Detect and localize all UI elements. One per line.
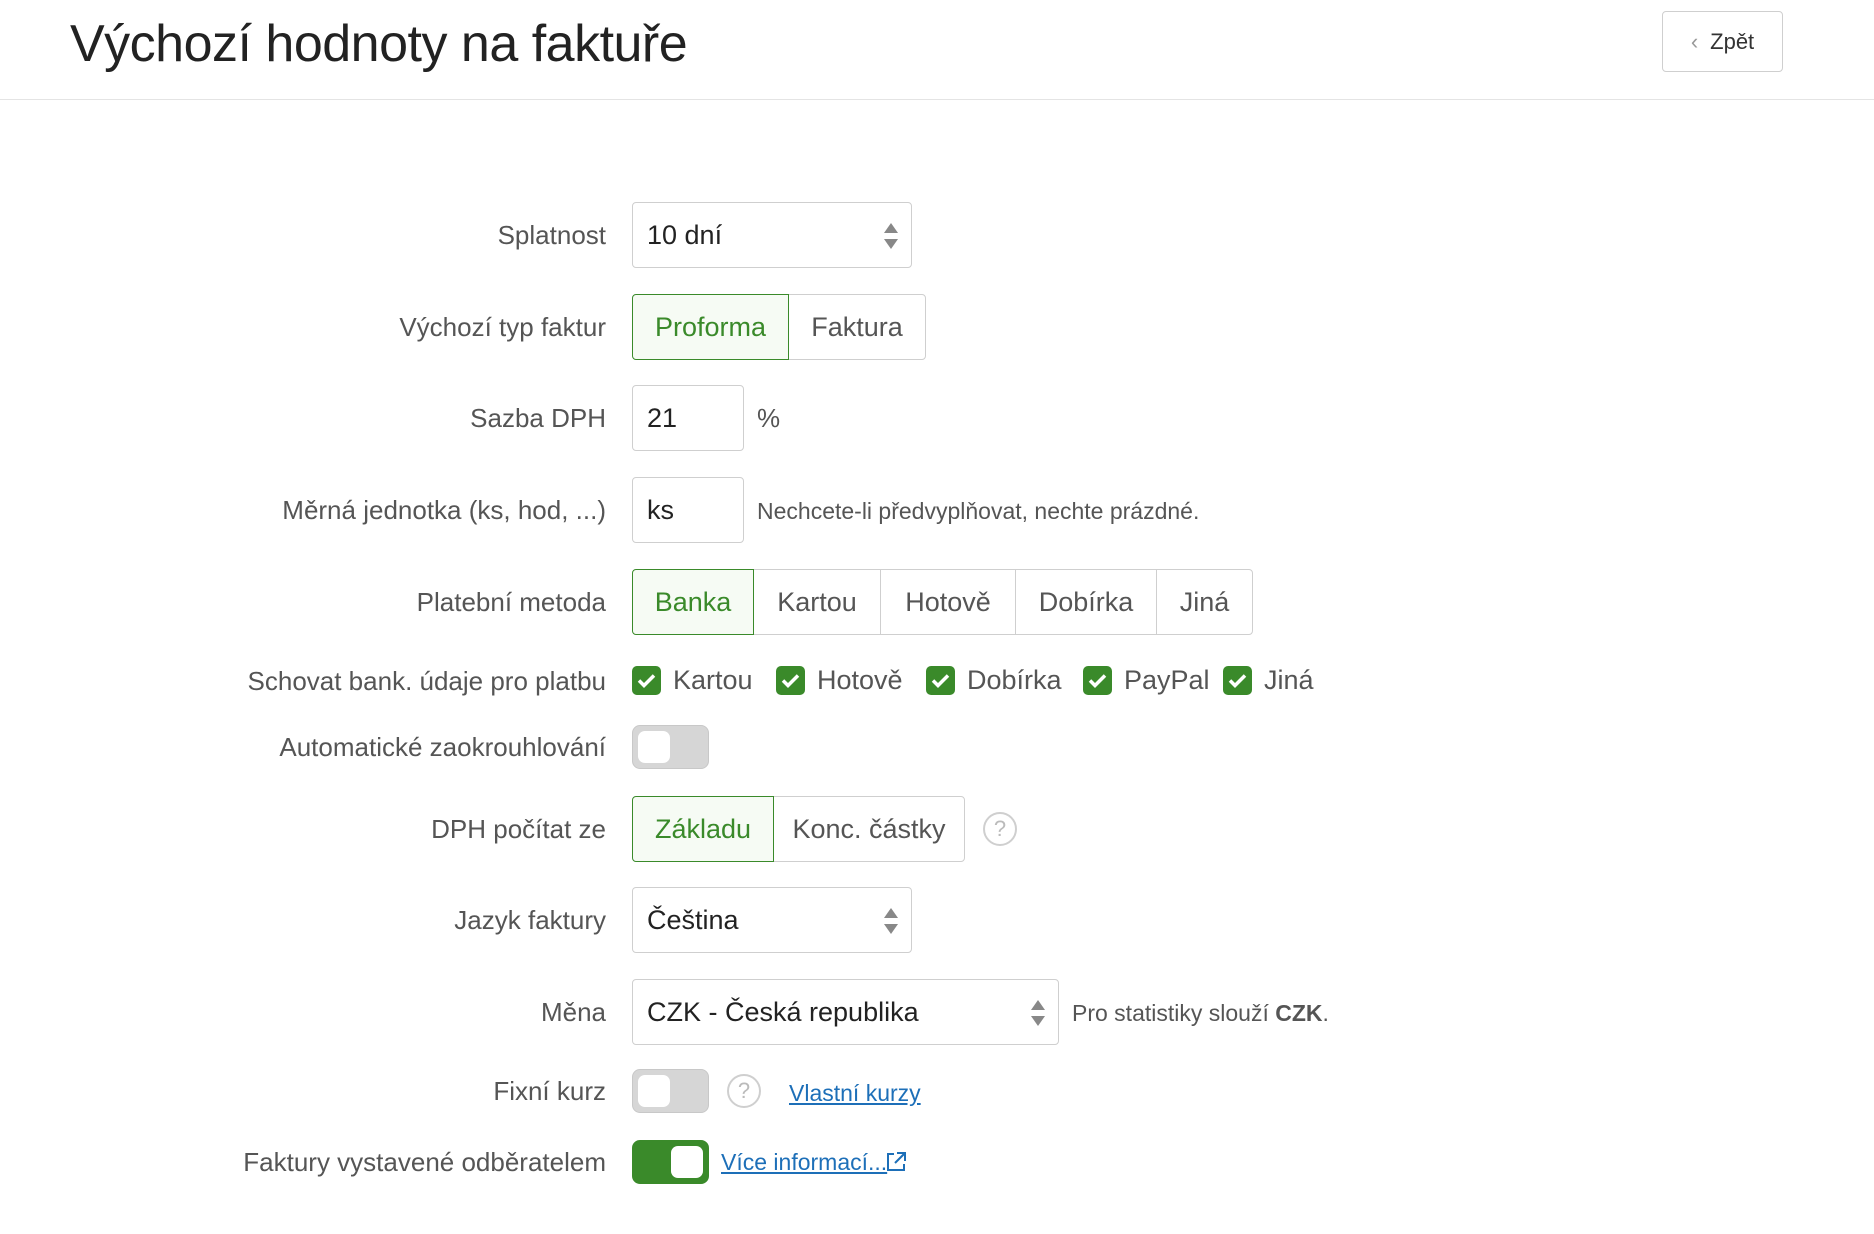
- vat-from-label: DPH počítat ze: [431, 814, 606, 844]
- vat-rate-input[interactable]: 21: [632, 385, 744, 451]
- checkbox-checked-icon: [776, 666, 805, 695]
- back-button[interactable]: ‹ Zpět: [1662, 11, 1783, 72]
- self-billing-toggle[interactable]: [632, 1140, 709, 1184]
- currency-hint-bold: CZK: [1275, 1000, 1323, 1026]
- more-info-link[interactable]: Více informací...: [721, 1149, 887, 1176]
- toggle-knob: [671, 1146, 703, 1178]
- select-arrows-icon: [1031, 1000, 1045, 1026]
- auto-rounding-label: Automatické zaokrouhlování: [279, 732, 606, 762]
- row-hide-bank: Schovat bank. údaje pro platbu Kartou Ho…: [0, 663, 1874, 703]
- hide-bank-checkbox-label: Jiná: [1264, 665, 1314, 695]
- external-link-icon[interactable]: [884, 1150, 908, 1174]
- currency-hint-suffix: .: [1322, 1000, 1329, 1026]
- due-select[interactable]: 10 dní: [632, 202, 912, 268]
- payment-method-option-kartou[interactable]: Kartou: [753, 569, 881, 635]
- hide-bank-checkbox-label: Kartou: [673, 665, 753, 695]
- row-vat-rate: Sazba DPH 21 %: [0, 385, 1874, 451]
- hide-bank-checkbox-label: PayPal: [1124, 665, 1210, 695]
- row-currency: Měna CZK - Česká republika Pro statistik…: [0, 979, 1874, 1045]
- chevron-left-icon: ‹: [1690, 28, 1699, 54]
- unit-input[interactable]: ks: [632, 477, 744, 543]
- row-auto-rounding: Automatické zaokrouhlování: [0, 725, 1874, 769]
- vat-from-option-konc-castky[interactable]: Konc. částky: [773, 796, 965, 862]
- fixed-rate-toggle[interactable]: [632, 1069, 709, 1113]
- checkbox-checked-icon: [926, 666, 955, 695]
- invoice-type-option-faktura[interactable]: Faktura: [788, 294, 926, 360]
- auto-rounding-toggle[interactable]: [632, 725, 709, 769]
- row-invoice-type: Výchozí typ faktur Proforma Faktura: [0, 294, 1874, 360]
- help-circle-icon[interactable]: ?: [983, 812, 1017, 846]
- currency-select[interactable]: CZK - Česká republika: [632, 979, 1059, 1045]
- select-arrows-icon: [884, 908, 898, 934]
- hide-bank-checkbox-hotove[interactable]: Hotově: [776, 665, 903, 696]
- due-label: Splatnost: [497, 220, 606, 250]
- payment-method-option-banka[interactable]: Banka: [632, 569, 754, 635]
- row-vat-from: DPH počítat ze Základu Konc. částky ?: [0, 796, 1874, 862]
- hide-bank-checkbox-jina[interactable]: Jiná: [1223, 665, 1314, 696]
- invoice-type-label: Výchozí typ faktur: [399, 312, 606, 342]
- row-unit: Měrná jednotka (ks, hod, ...) ks Nechcet…: [0, 477, 1874, 543]
- help-circle-icon[interactable]: ?: [727, 1074, 761, 1108]
- hide-bank-checkbox-dobirka[interactable]: Dobírka: [926, 665, 1062, 696]
- vat-rate-unit: %: [757, 403, 781, 433]
- page-header: Výchozí hodnoty na faktuře ‹ Zpět: [0, 0, 1874, 100]
- toggle-knob: [638, 731, 670, 763]
- language-value: Čeština: [647, 904, 739, 935]
- language-label: Jazyk faktury: [454, 905, 606, 935]
- fixed-rate-label: Fixní kurz: [493, 1076, 606, 1106]
- back-button-label: Zpět: [1710, 28, 1755, 54]
- hide-bank-checkbox-paypal[interactable]: PayPal: [1083, 665, 1210, 696]
- currency-hint-prefix: Pro statistiky slouží: [1072, 1000, 1276, 1026]
- invoice-type-option-proforma[interactable]: Proforma: [632, 294, 789, 360]
- invoice-type-segmented: Proforma Faktura: [632, 294, 926, 360]
- row-self-billing: Faktury vystavené odběratelem Více infor…: [0, 1140, 1874, 1184]
- row-payment-method: Platební metoda Banka Kartou Hotově Dobí…: [0, 569, 1874, 635]
- select-arrows-icon: [884, 223, 898, 249]
- payment-method-segmented: Banka Kartou Hotově Dobírka Jiná: [632, 569, 1253, 635]
- language-select[interactable]: Čeština: [632, 887, 912, 953]
- currency-value: CZK - Česká republika: [647, 996, 919, 1027]
- custom-rates-link[interactable]: Vlastní kurzy: [789, 1080, 921, 1107]
- row-language: Jazyk faktury Čeština: [0, 887, 1874, 953]
- due-value: 10 dní: [647, 219, 723, 250]
- row-due: Splatnost 10 dní: [0, 202, 1874, 268]
- checkbox-checked-icon: [1223, 666, 1252, 695]
- currency-hint: Pro statistiky slouží CZK.: [1072, 1000, 1329, 1027]
- payment-method-option-dobirka[interactable]: Dobírka: [1015, 569, 1157, 635]
- row-fixed-rate: Fixní kurz ? Vlastní kurzy: [0, 1069, 1874, 1113]
- unit-label: Měrná jednotka (ks, hod, ...): [282, 495, 606, 525]
- hide-bank-checkbox-kartou[interactable]: Kartou: [632, 665, 753, 696]
- currency-label: Měna: [540, 997, 606, 1027]
- vat-from-option-zakladu[interactable]: Základu: [632, 796, 774, 862]
- vat-rate-label: Sazba DPH: [470, 403, 606, 433]
- hide-bank-checkbox-label: Dobírka: [967, 665, 1062, 695]
- page-title: Výchozí hodnoty na faktuře: [70, 15, 688, 73]
- vat-from-segmented: Základu Konc. částky: [632, 796, 965, 862]
- self-billing-label: Faktury vystavené odběratelem: [243, 1147, 606, 1177]
- payment-method-label: Platební metoda: [416, 587, 606, 617]
- unit-hint: Nechcete-li předvyplňovat, nechte prázdn…: [757, 498, 1200, 524]
- payment-method-option-hotove[interactable]: Hotově: [880, 569, 1016, 635]
- checkbox-checked-icon: [1083, 666, 1112, 695]
- hide-bank-checkbox-label: Hotově: [817, 665, 903, 695]
- hide-bank-label: Schovat bank. údaje pro platbu: [247, 666, 606, 696]
- toggle-knob: [638, 1075, 670, 1107]
- payment-method-option-jina[interactable]: Jiná: [1156, 569, 1253, 635]
- checkbox-checked-icon: [632, 666, 661, 695]
